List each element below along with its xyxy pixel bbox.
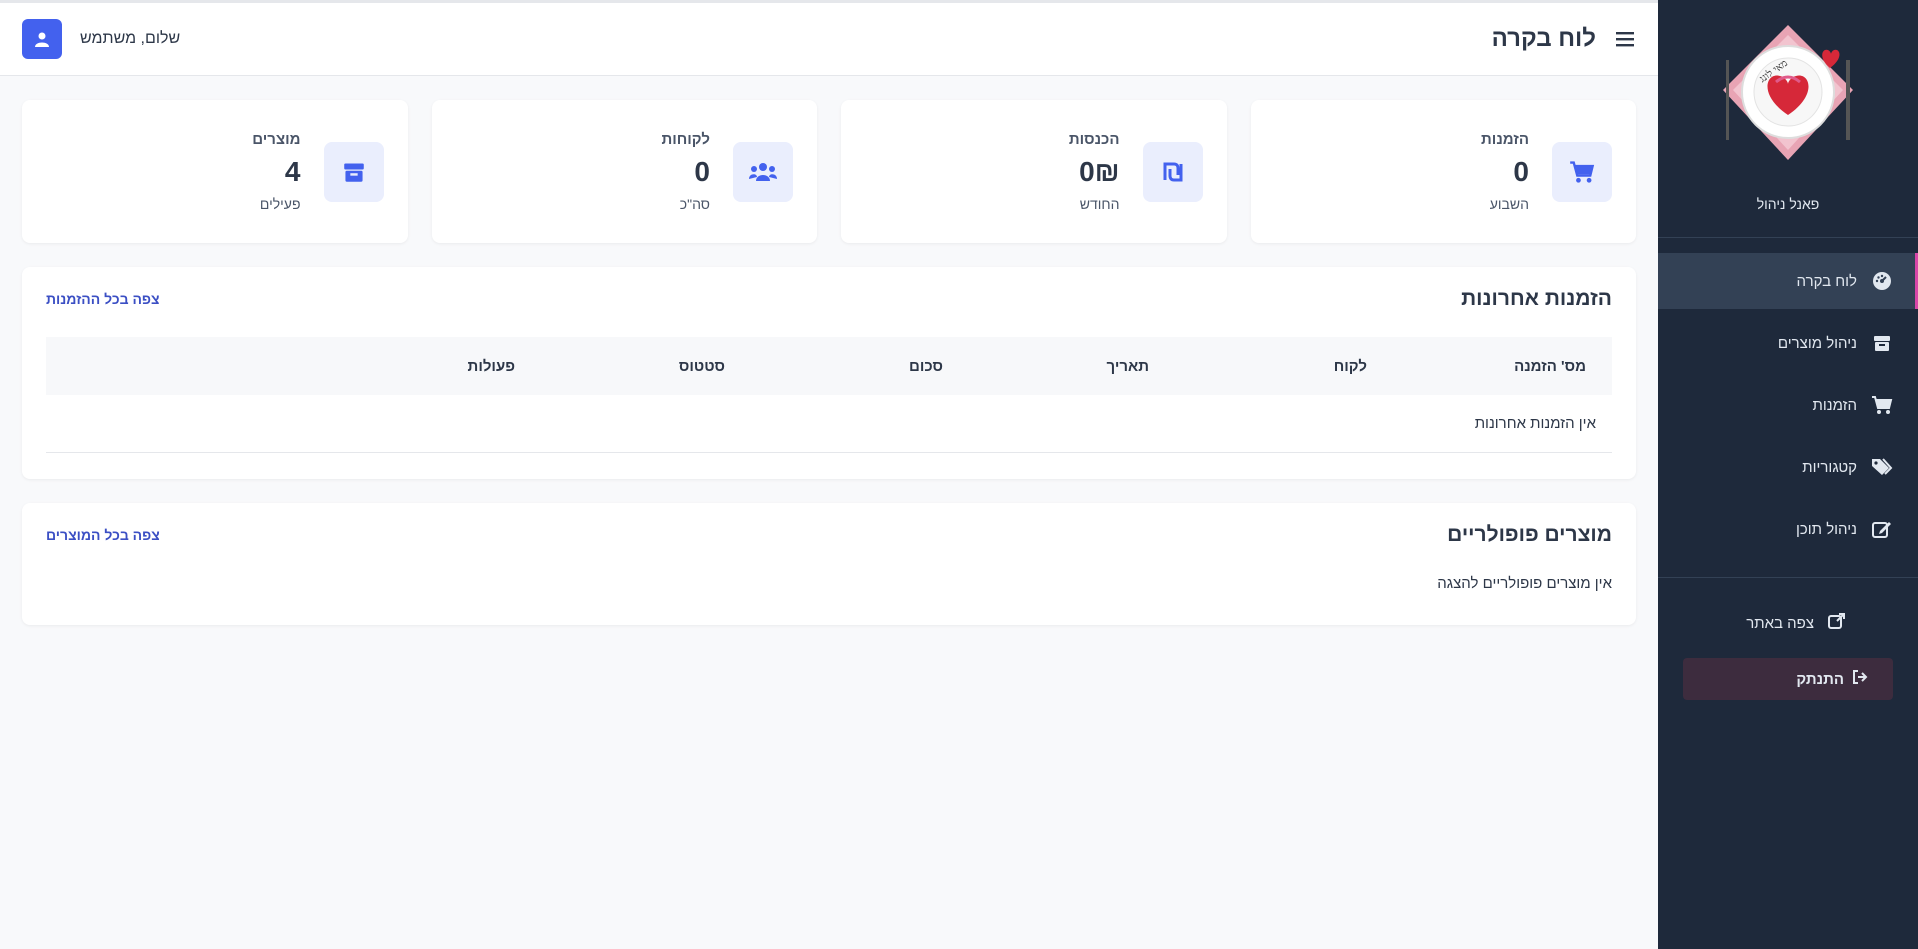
stat-label: מוצרים bbox=[252, 131, 301, 148]
stat-card-revenue: הכנסות 0₪ החודש bbox=[841, 100, 1227, 243]
sidebar-item-label: ניהול תוכן bbox=[1796, 520, 1857, 538]
sidebar-item-products[interactable]: ניהול מוצרים bbox=[1658, 315, 1918, 371]
stat-sub: פעילים bbox=[259, 196, 301, 212]
cart-icon bbox=[1552, 141, 1612, 202]
stat-sub: השבוע bbox=[1489, 196, 1529, 212]
user-icon bbox=[35, 32, 49, 47]
sidebar-item-dashboard[interactable]: לוח בקרה bbox=[1658, 253, 1918, 309]
column-header[interactable]: סכום bbox=[725, 358, 943, 375]
user-menu[interactable]: שלום, משתמש bbox=[22, 19, 180, 59]
user-greeting: שלום, משתמש bbox=[80, 30, 181, 47]
sidebar-item-content[interactable]: ניהול תוכן bbox=[1658, 501, 1918, 557]
external-link-icon bbox=[1828, 612, 1846, 634]
table-header: מס' הזמנה לקוח תאריך סכום סטטוס פעולות bbox=[46, 337, 1612, 395]
view-all-orders-link[interactable]: צפה בכל ההזמנות bbox=[46, 291, 160, 307]
stat-card-customers: לקוחות 0 סה"כ bbox=[431, 100, 817, 243]
sidebar-divider bbox=[1658, 577, 1918, 578]
sidebar-nav: לוח בקרה ניהול מוצרים הזמנות קטגוריות ני… bbox=[1658, 238, 1918, 557]
sidebar: מאי לונג פאנל ניהול לוח בקרה ניהול מוצרי… bbox=[1658, 0, 1918, 949]
shekel-icon bbox=[1142, 141, 1203, 202]
empty-orders-message: אין הזמנות אחרונות bbox=[1474, 415, 1596, 432]
stat-value: 0 bbox=[694, 156, 710, 187]
popular-products-panel: מוצרים פופולריים צפה בכל המוצרים אין מוצ… bbox=[22, 503, 1636, 625]
menu-toggle-icon[interactable] bbox=[1614, 28, 1636, 50]
column-header[interactable]: לקוח bbox=[1149, 358, 1367, 375]
view-site-link[interactable]: צפה באתר bbox=[1658, 596, 1918, 650]
stat-card-products: מוצרים 4 פעילים bbox=[22, 100, 408, 243]
column-header[interactable]: סטטוס bbox=[515, 358, 725, 375]
stat-card-orders: הזמנות 0 השבוע bbox=[1250, 100, 1636, 243]
stat-value: 0₪ bbox=[1079, 156, 1120, 187]
sidebar-item-label: לוח בקרה bbox=[1796, 272, 1857, 290]
logout-label: התנתק bbox=[1796, 670, 1844, 688]
box-icon bbox=[1871, 332, 1893, 354]
sidebar-item-label: קטגוריות bbox=[1802, 458, 1857, 476]
view-all-products-link[interactable]: צפה בכל המוצרים bbox=[46, 527, 160, 543]
user-avatar[interactable] bbox=[22, 19, 62, 59]
stat-sub: החודש bbox=[1079, 196, 1120, 212]
table-row: אין הזמנות אחרונות bbox=[46, 395, 1612, 453]
stat-value: 4 bbox=[284, 156, 301, 187]
sidebar-item-categories[interactable]: קטגוריות bbox=[1658, 439, 1918, 495]
column-header[interactable]: מס' הזמנה bbox=[1367, 358, 1586, 375]
column-header[interactable]: פעולות bbox=[468, 358, 515, 375]
stat-value: 0 bbox=[1513, 156, 1529, 187]
page-title: לוח בקרה bbox=[1491, 25, 1596, 52]
stats-row: הזמנות 0 השבוע הכנסות 0₪ החודש לקוחות 0 … bbox=[0, 76, 1658, 243]
edit-icon bbox=[1871, 518, 1893, 540]
stat-label: הזמנות bbox=[1481, 131, 1529, 148]
recent-orders-title: הזמנות אחרונות bbox=[1461, 287, 1612, 310]
empty-products-message: אין מוצרים פופולריים להצגה bbox=[1437, 575, 1612, 592]
logout-button[interactable]: התנתק bbox=[1683, 658, 1893, 700]
recent-orders-panel: הזמנות אחרונות צפה בכל ההזמנות מס' הזמנה… bbox=[22, 267, 1636, 479]
stat-sub: סה"כ bbox=[679, 196, 710, 212]
logo-area: מאי לונג פאנל ניהול bbox=[1658, 0, 1918, 238]
title-group: לוח בקרה bbox=[1492, 25, 1636, 53]
stat-label: הכנסות bbox=[1068, 131, 1120, 148]
popular-products-title: מוצרים פופולריים bbox=[1447, 523, 1612, 546]
tags-icon bbox=[1871, 456, 1893, 478]
stat-label: לקוחות bbox=[661, 131, 710, 148]
tachometer-icon bbox=[1871, 270, 1893, 292]
brand-logo[interactable]: מאי לונג bbox=[1718, 20, 1858, 170]
sidebar-item-orders[interactable]: הזמנות bbox=[1658, 377, 1918, 433]
orders-table: מס' הזמנה לקוח תאריך סכום סטטוס פעולות א… bbox=[46, 337, 1612, 453]
box-icon bbox=[323, 141, 384, 202]
top-bar: לוח בקרה שלום, משתמש bbox=[0, 0, 1658, 76]
main-content: לוח בקרה שלום, משתמש הזמנות 0 השבוע הכנס… bbox=[0, 0, 1658, 949]
column-header[interactable]: תאריך bbox=[943, 358, 1149, 375]
sidebar-item-label: ניהול מוצרים bbox=[1777, 334, 1857, 352]
sign-out-icon bbox=[1852, 669, 1868, 689]
users-icon bbox=[733, 141, 793, 202]
panel-label: פאנל ניהול bbox=[1756, 196, 1820, 212]
view-site-label: צפה באתר bbox=[1746, 614, 1814, 632]
cart-icon bbox=[1871, 394, 1893, 416]
sidebar-item-label: הזמנות bbox=[1812, 396, 1857, 414]
